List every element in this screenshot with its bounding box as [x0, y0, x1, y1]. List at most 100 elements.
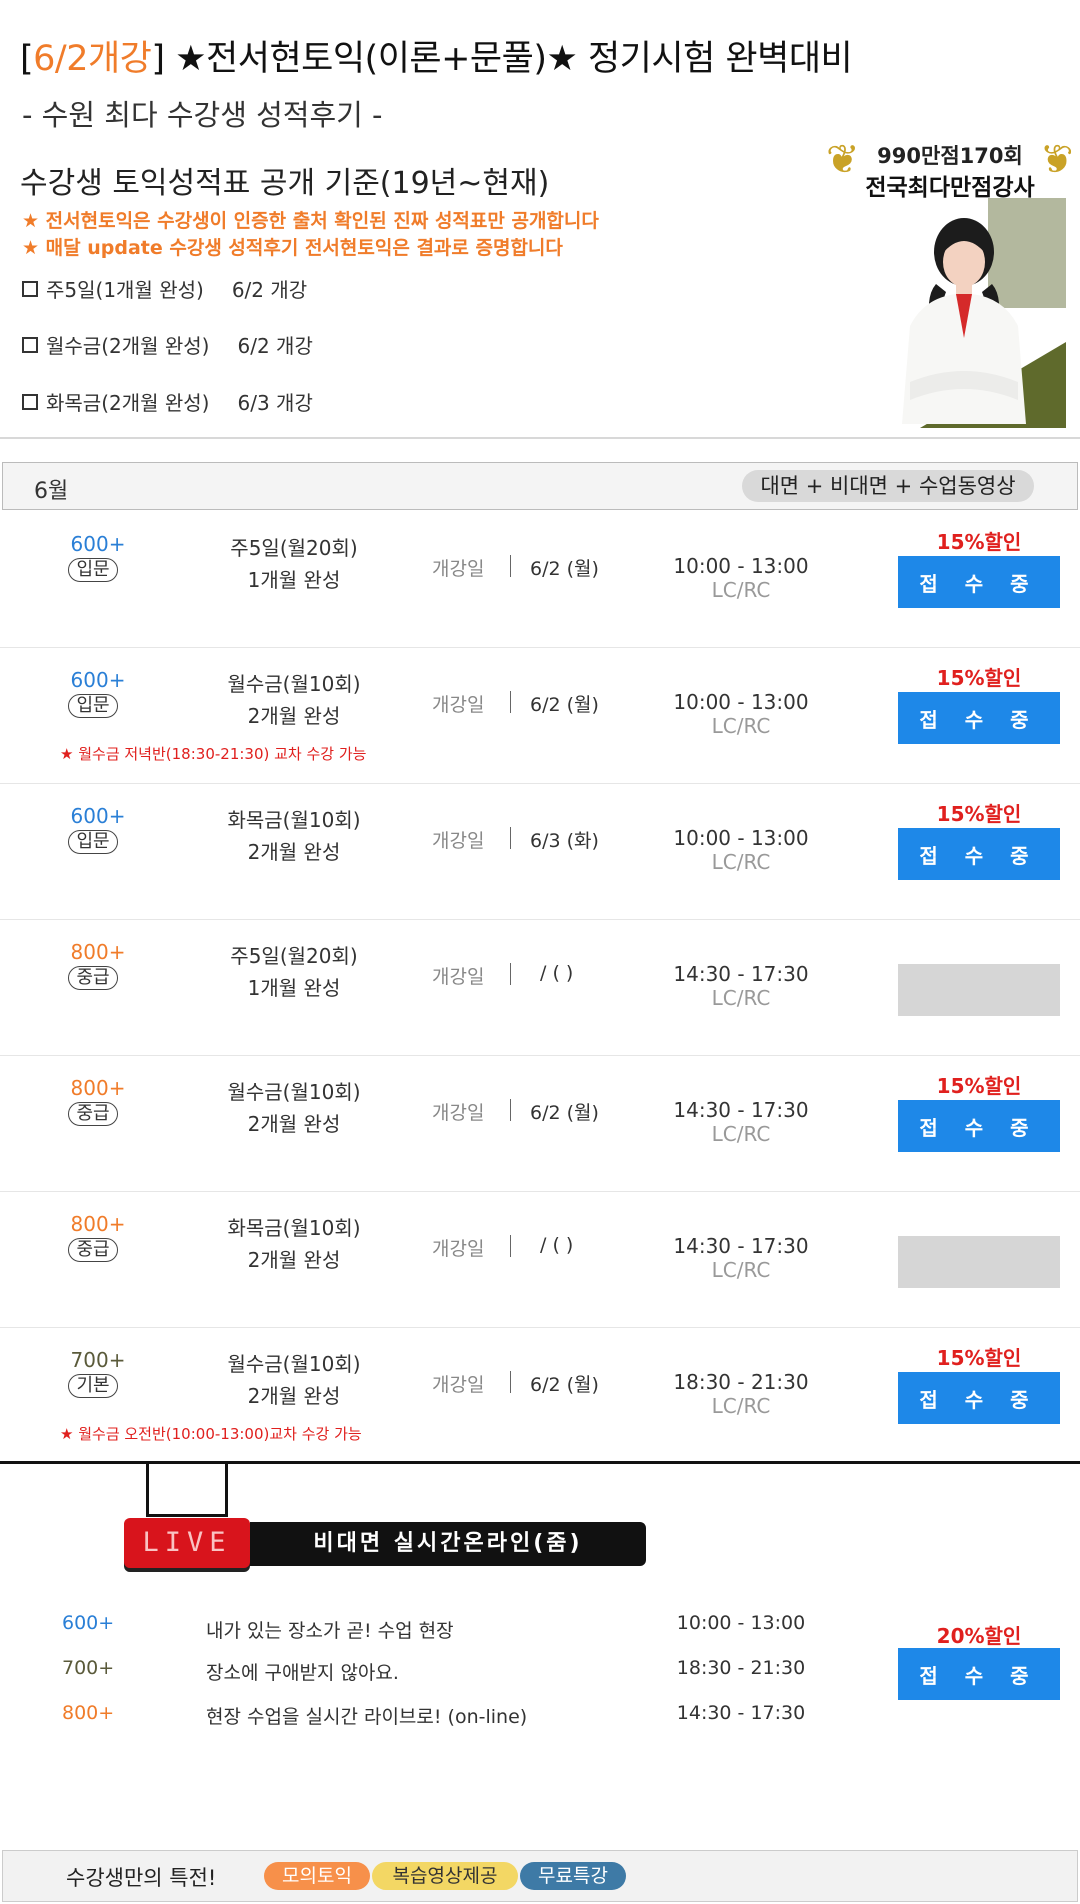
course-section: LC/RC	[711, 1394, 771, 1418]
apply-button[interactable]: 접 수 중	[898, 692, 1060, 744]
online-banner: 비대면 실시간온라인(줌)	[250, 1522, 646, 1566]
sign-hanger	[146, 1461, 228, 1517]
teacher-photo	[902, 218, 1026, 424]
online-level: 800+	[62, 1702, 115, 1724]
checkbox-square-icon	[22, 280, 38, 297]
course-section: LC/RC	[711, 986, 771, 1010]
class-time: 18:30 - 21:30	[673, 1370, 809, 1394]
discount-label: 15%할인	[936, 1074, 1022, 1098]
open-date: 6/3 (화)	[530, 830, 599, 852]
course-duration: 2개월 완성	[247, 840, 341, 864]
separator	[510, 827, 511, 849]
discount-label: 15%할인	[936, 802, 1022, 826]
level-score: 800+	[70, 1212, 126, 1236]
discount-label: 15%할인	[936, 530, 1022, 554]
class-time: 10:00 - 13:00	[673, 690, 809, 714]
schedule-name: 주5일(1개월 완성)	[46, 278, 204, 302]
apply-button[interactable]: 접 수 중	[898, 1100, 1060, 1152]
level-tag: 입문	[68, 830, 118, 854]
level-score: 700+	[70, 1348, 126, 1372]
title-bracket-open: [	[20, 39, 34, 79]
course-duration: 2개월 완성	[247, 704, 341, 728]
open-date: 6/2 (월)	[530, 1102, 599, 1124]
course-duration: 1개월 완성	[247, 976, 341, 1000]
course-section: LC/RC	[711, 714, 771, 738]
open-date-label: 개강일	[432, 558, 485, 580]
schedule-open: 6/2 개강	[231, 278, 308, 302]
course-row: 800+ 중급 월수금(월10회) 2개월 완성 개강일 6/2 (월) 14:…	[0, 1056, 1080, 1192]
open-date-label: 개강일	[432, 1374, 485, 1396]
schedule-item: 화목금(2개월 완성) 6/3 개강	[22, 387, 313, 416]
online-apply-button[interactable]: 접 수 중	[898, 1648, 1060, 1700]
level-score: 800+	[70, 1076, 126, 1100]
schedule-item: 주5일(1개월 완성) 6/2 개강	[22, 274, 307, 303]
course-section: LC/RC	[711, 1122, 771, 1146]
course-days: 주5일(월20회)	[230, 536, 358, 560]
apply-button[interactable]: 접 수 중	[898, 828, 1060, 880]
class-mode-pill: 대면 + 비대면 + 수업동영상	[742, 470, 1034, 502]
schedule-name: 월수금(2개월 완성)	[46, 334, 210, 358]
open-date: 6/2 (월)	[530, 694, 599, 716]
page-subtitle: - 수원 최다 수강생 성적후기 -	[22, 98, 383, 132]
checkbox-square-icon	[22, 393, 38, 410]
course-days: 월수금(월10회)	[227, 672, 361, 696]
level-tag: 중급	[68, 1102, 118, 1126]
level-tag: 입문	[68, 558, 118, 582]
online-description: 내가 있는 장소가 곧! 수업 현장	[206, 1620, 454, 1642]
course-row: 600+ 입문 월수금(월10회) 2개월 완성 ★ 월수금 저녁반(18:30…	[0, 648, 1080, 784]
checkbox-square-icon	[22, 336, 38, 353]
course-days: 주5일(월20회)	[230, 944, 358, 968]
title-open-date: 6/2개강	[33, 39, 152, 79]
class-time: 10:00 - 13:00	[673, 554, 809, 578]
policy-heading: 수강생 토익성적표 공개 기준(19년~현재)	[20, 166, 550, 201]
notice-line: ★ 매달 update 수강생 성적후기 전서현토익은 결과로 증명합니다	[22, 237, 563, 259]
open-date: / ( )	[540, 1234, 574, 1256]
benefit-pill-free-lecture[interactable]: 무료특강	[520, 1862, 626, 1890]
separator	[510, 691, 511, 713]
cross-attend-note: ★ 월수금 저녁반(18:30-21:30) 교차 수강 가능	[60, 745, 367, 763]
class-time: 14:30 - 17:30	[673, 1234, 809, 1258]
online-time: 18:30 - 21:30	[676, 1657, 806, 1679]
section-divider	[0, 437, 1080, 439]
course-duration: 2개월 완성	[247, 1112, 341, 1136]
apply-button[interactable]: 접 수 중	[898, 1372, 1060, 1424]
online-description: 장소에 구애받지 않아요.	[206, 1662, 399, 1684]
schedule-open: 6/3 개강	[237, 391, 313, 415]
schedule-name: 화목금(2개월 완성)	[46, 391, 210, 415]
course-duration: 2개월 완성	[247, 1248, 341, 1272]
open-date-label: 개강일	[432, 966, 485, 988]
course-row: 800+ 중급 주5일(월20회) 1개월 완성 개강일 / ( ) 14:30…	[0, 920, 1080, 1056]
separator	[510, 1371, 511, 1393]
apply-button[interactable]: 접 수 중	[898, 556, 1060, 608]
level-tag: 기본	[68, 1374, 118, 1398]
open-date: 6/2 (월)	[530, 1374, 599, 1396]
benefits-label: 수강생만의 특전!	[66, 1866, 217, 1890]
schedule-item: 월수금(2개월 완성) 6/2 개강	[22, 330, 313, 359]
course-days: 화목금(월10회)	[227, 808, 361, 832]
benefit-pill-review-video[interactable]: 복습영상제공	[372, 1862, 518, 1890]
course-duration: 2개월 완성	[247, 1384, 341, 1408]
schedule-open: 6/2 개강	[237, 334, 313, 358]
benefit-pill-mock-toeic[interactable]: 모의토익	[264, 1862, 370, 1890]
live-badge: LIVE	[124, 1518, 250, 1568]
level-tag: 중급	[68, 1238, 118, 1262]
online-level: 700+	[62, 1657, 115, 1679]
separator	[510, 1099, 511, 1121]
course-section: LC/RC	[711, 578, 771, 602]
level-tag: 중급	[68, 966, 118, 990]
course-row: 800+ 중급 화목금(월10회) 2개월 완성 개강일 / ( ) 14:30…	[0, 1192, 1080, 1328]
course-section: LC/RC	[711, 850, 771, 874]
award-badge: ❦ ❦ 990만점170회 전국최다만점강사	[826, 136, 1074, 202]
apply-button-disabled[interactable]	[898, 1236, 1060, 1288]
apply-button-disabled[interactable]	[898, 964, 1060, 1016]
level-score: 600+	[70, 804, 126, 828]
open-date-label: 개강일	[432, 1102, 485, 1124]
open-date-label: 개강일	[432, 1238, 485, 1260]
month-label: 6월	[34, 479, 69, 504]
cross-attend-note: ★ 월수금 오전반(10:00-13:00)교차 수강 가능	[60, 1425, 362, 1443]
course-days: 월수금(월10회)	[227, 1080, 361, 1104]
class-time: 14:30 - 17:30	[673, 962, 809, 986]
discount-label: 15%할인	[936, 666, 1022, 690]
level-score: 600+	[70, 668, 126, 692]
course-row: 700+ 기본 월수금(월10회) 2개월 완성 ★ 월수금 오전반(10:00…	[0, 1328, 1080, 1464]
